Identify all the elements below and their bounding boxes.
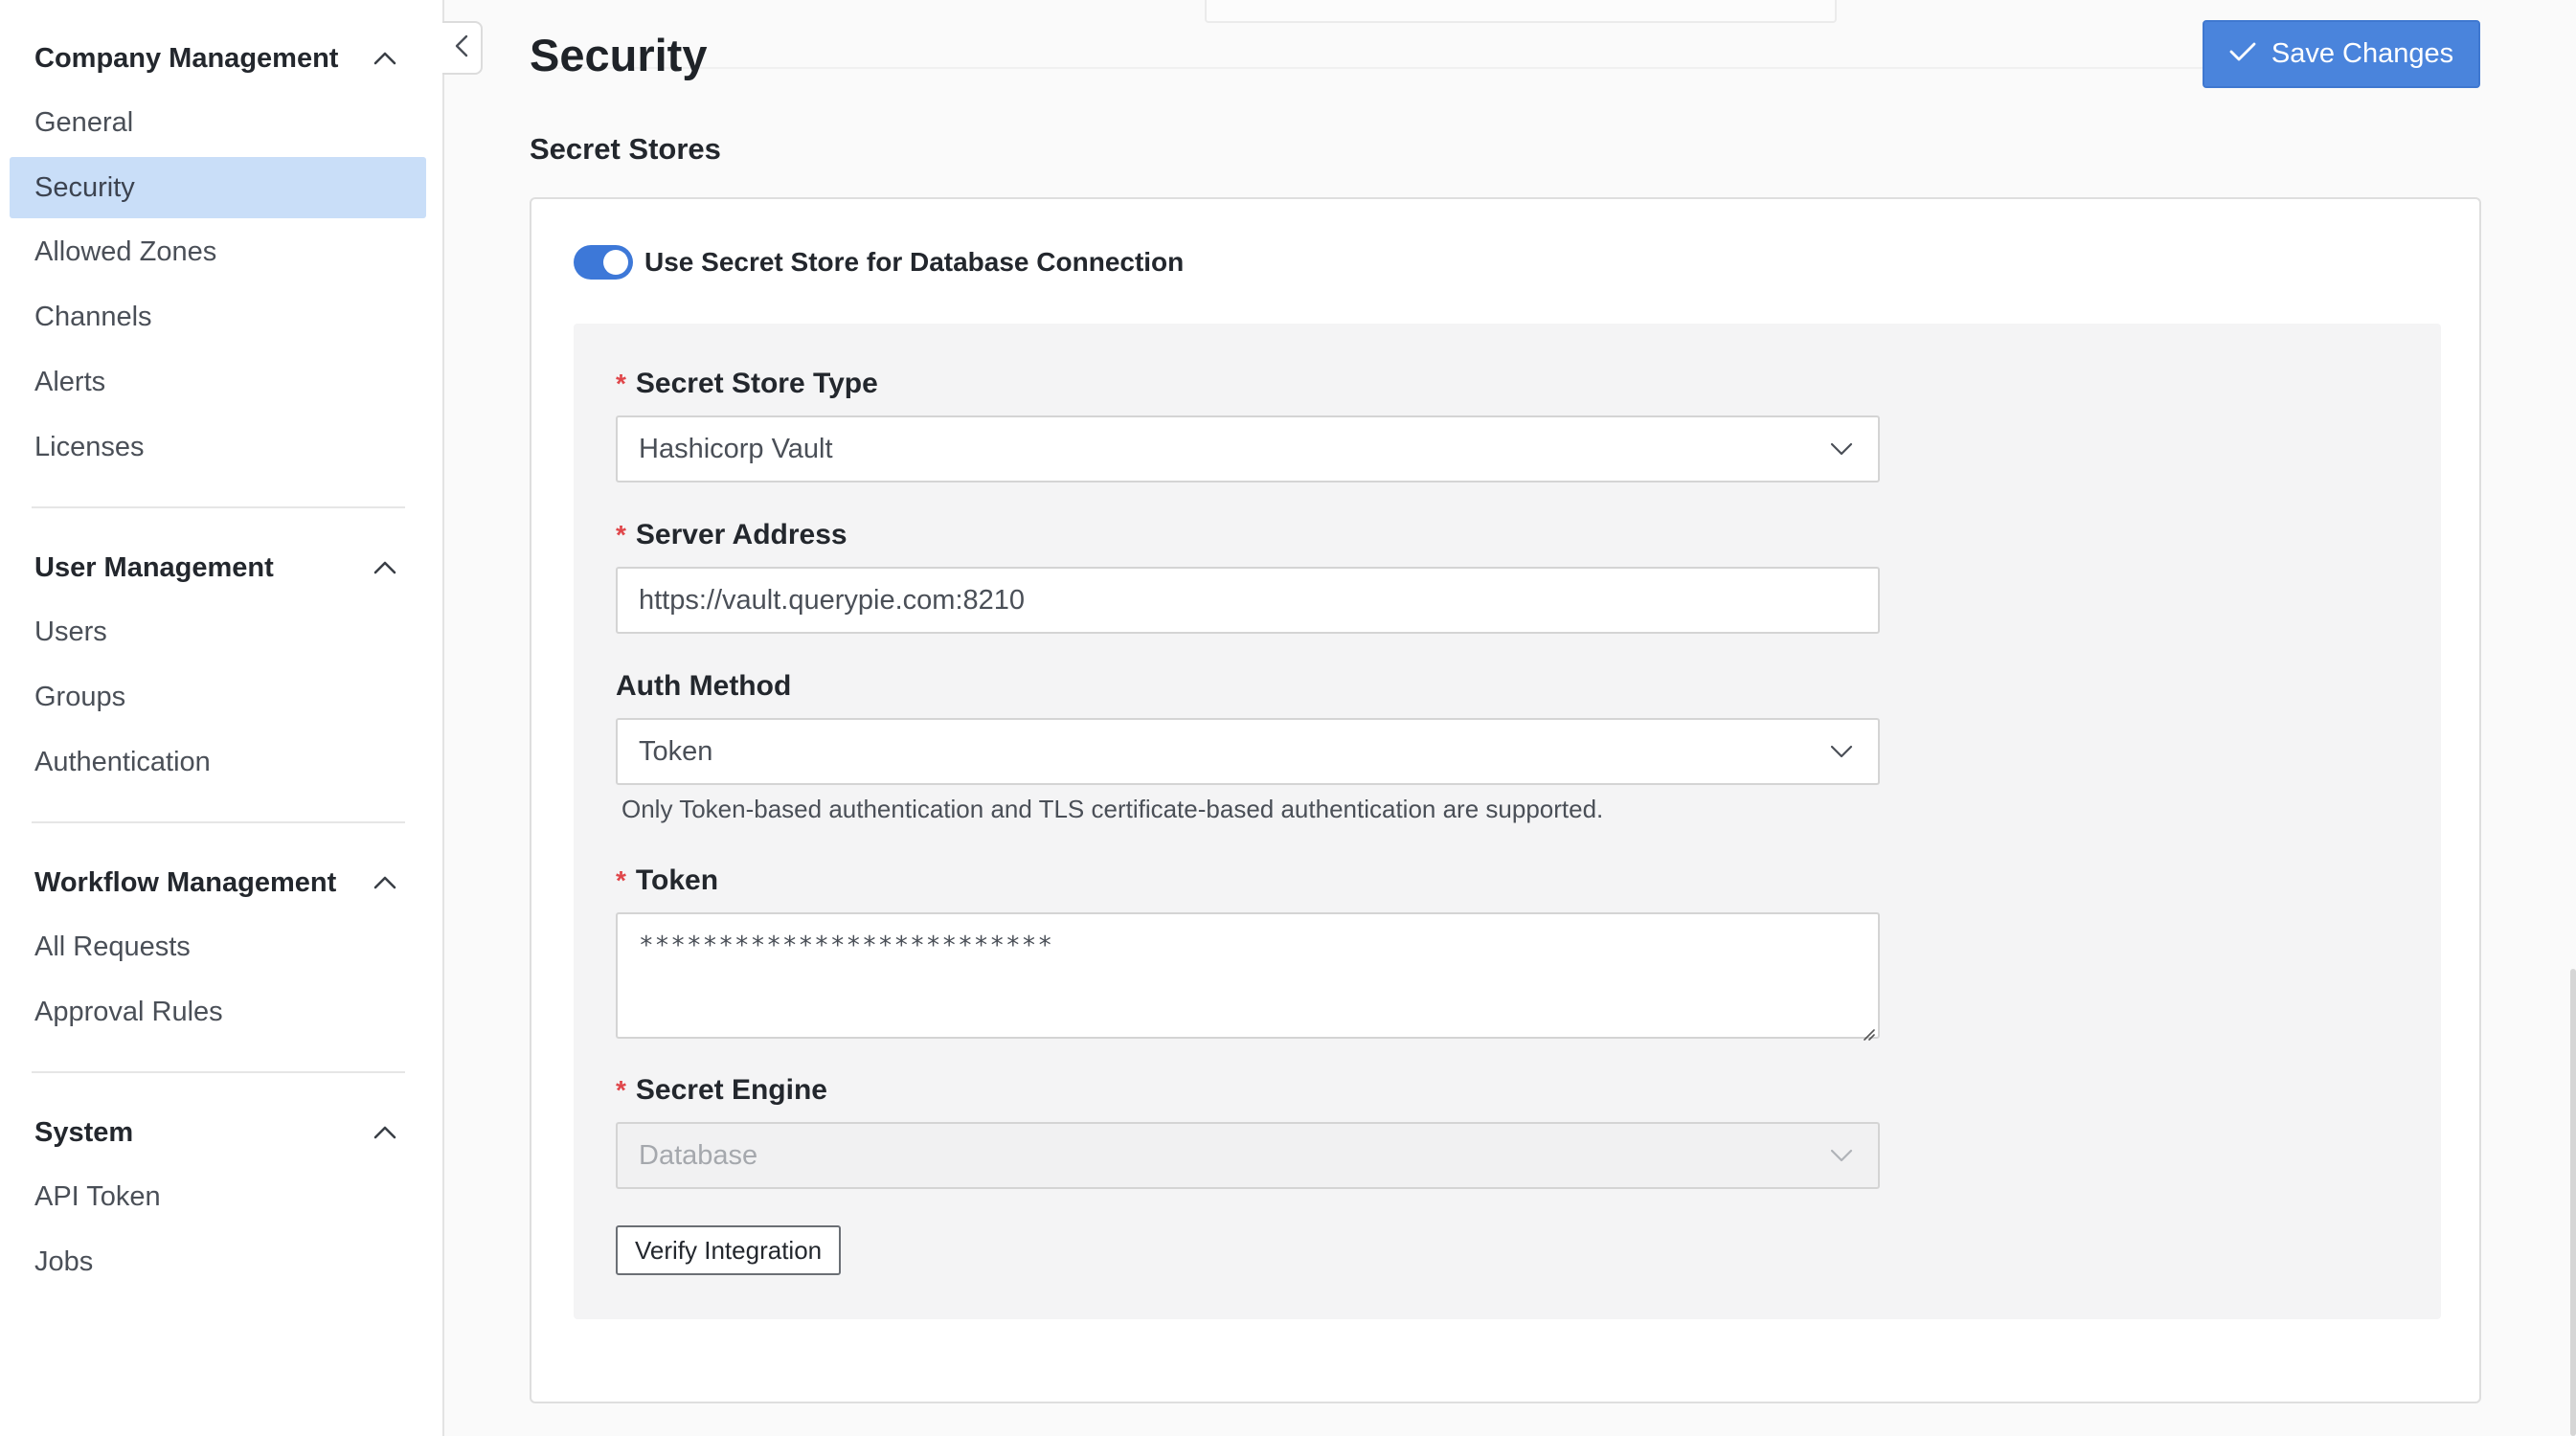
section-title: Workflow Management xyxy=(34,866,337,898)
sidebar-item-label: All Requests xyxy=(34,931,191,962)
field-label-text: Secret Store Type xyxy=(635,368,878,399)
auth-method-hint: Only Token-based authentication and TLS … xyxy=(621,795,1604,823)
page-scrollbar[interactable] xyxy=(2570,969,2576,1436)
sidebar-item-alerts[interactable]: Alerts xyxy=(10,351,426,413)
sidebar-item-security[interactable]: Security xyxy=(10,157,426,218)
main-content: Security Save Changes Secret Stores Use … xyxy=(446,0,2576,1436)
save-button-label: Save Changes xyxy=(2271,38,2454,69)
input-value: https://vault.querypie.com:8210 xyxy=(639,584,1026,616)
sidebar-divider xyxy=(32,506,405,508)
app-window: Company Management General Security Allo… xyxy=(0,0,2576,1436)
sidebar-item-label: Alerts xyxy=(34,366,106,397)
sidebar-item-allowed-zones[interactable]: Allowed Zones xyxy=(10,221,426,282)
sidebar-item-label: Allowed Zones xyxy=(34,236,217,267)
sidebar-item-users[interactable]: Users xyxy=(10,601,426,662)
chevron-down-icon xyxy=(1828,738,1855,765)
check-icon xyxy=(2229,38,2256,70)
chevron-down-icon xyxy=(1828,436,1855,462)
required-marker: * xyxy=(616,369,626,398)
sidebar-item-general[interactable]: General xyxy=(10,92,426,153)
auth-method-select[interactable]: Token xyxy=(616,718,1880,785)
sidebar-item-jobs[interactable]: Jobs xyxy=(10,1231,426,1292)
sidebar-item-label: Channels xyxy=(34,301,152,332)
field-label-text: Secret Engine xyxy=(635,1074,827,1106)
section-header-company-management[interactable]: Company Management xyxy=(34,39,404,78)
server-address-label: * Server Address xyxy=(616,519,847,551)
sidebar-item-authentication[interactable]: Authentication xyxy=(10,731,426,793)
chevron-up-icon[interactable] xyxy=(366,39,404,78)
secret-store-toggle-label: Use Secret Store for Database Connection xyxy=(644,247,1185,277)
scrolled-input[interactable] xyxy=(1205,0,1837,23)
select-value: Token xyxy=(639,735,713,767)
field-label-text: Server Address xyxy=(635,519,847,550)
field-label-text: Token xyxy=(635,864,719,896)
token-textarea[interactable]: ************************** xyxy=(616,912,1880,1041)
section-divider xyxy=(532,67,2316,69)
chevron-up-icon[interactable] xyxy=(366,549,404,587)
server-address-input[interactable]: https://vault.querypie.com:8210 xyxy=(616,567,1880,634)
secret-store-toggle[interactable] xyxy=(574,245,633,280)
section-title: User Management xyxy=(34,551,274,583)
chevron-up-icon[interactable] xyxy=(366,864,404,902)
sidebar-item-all-requests[interactable]: All Requests xyxy=(10,916,426,977)
field-label-text: Auth Method xyxy=(616,670,792,702)
sidebar-item-label: Users xyxy=(34,616,107,647)
section-header-user-management[interactable]: User Management xyxy=(34,549,404,587)
select-value: Hashicorp Vault xyxy=(639,433,833,464)
secret-store-type-select[interactable]: Hashicorp Vault xyxy=(616,415,1880,482)
chevron-up-icon[interactable] xyxy=(366,1113,404,1152)
sidebar-item-label: Authentication xyxy=(34,746,211,777)
section-title: System xyxy=(34,1116,134,1148)
sidebar-item-groups[interactable]: Groups xyxy=(10,666,426,728)
select-placeholder: Database xyxy=(639,1139,758,1171)
resize-handle-icon[interactable] xyxy=(1860,1019,1875,1041)
sidebar-item-label: Security xyxy=(34,171,135,203)
required-marker: * xyxy=(616,865,626,895)
sidebar-item-label: Licenses xyxy=(34,431,145,462)
secret-stores-title: Secret Stores xyxy=(530,132,721,166)
section-header-workflow-management[interactable]: Workflow Management xyxy=(34,864,404,902)
sidebar-item-label: Jobs xyxy=(34,1245,94,1277)
secret-store-toggle-row: Use Secret Store for Database Connection xyxy=(574,245,1184,280)
required-marker: * xyxy=(616,520,626,550)
token-value: ************************** xyxy=(639,931,1053,960)
required-marker: * xyxy=(616,1075,626,1105)
sidebar-item-label: Groups xyxy=(34,681,126,712)
token-label: * Token xyxy=(616,864,718,897)
sidebar-divider xyxy=(32,1071,405,1073)
chevron-down-icon xyxy=(1828,1142,1855,1169)
auth-method-label: Auth Method xyxy=(616,670,791,703)
sidebar-item-api-token[interactable]: API Token xyxy=(10,1166,426,1227)
secret-store-type-label: * Secret Store Type xyxy=(616,368,878,400)
secret-stores-card: Use Secret Store for Database Connection… xyxy=(530,197,2481,1403)
sidebar-item-channels[interactable]: Channels xyxy=(10,286,426,348)
sidebar-item-licenses[interactable]: Licenses xyxy=(10,416,426,478)
section-header-system[interactable]: System xyxy=(34,1113,404,1152)
save-button[interactable]: Save Changes xyxy=(2203,20,2480,88)
verify-integration-button[interactable]: Verify Integration xyxy=(616,1225,842,1275)
page-title: Security xyxy=(530,30,708,80)
secret-engine-label: * Secret Engine xyxy=(616,1074,827,1107)
secret-store-settings-panel: * Secret Store Type Hashicorp Vault * Se… xyxy=(574,324,2441,1319)
sidebar-item-label: API Token xyxy=(34,1180,161,1212)
sidebar-item-label: General xyxy=(34,106,134,138)
secret-engine-select[interactable]: Database xyxy=(616,1122,1880,1189)
sidebar-item-approval-rules[interactable]: Approval Rules xyxy=(10,981,426,1043)
section-title: Company Management xyxy=(34,42,339,74)
sidebar-divider xyxy=(32,821,405,823)
sidebar: Company Management General Security Allo… xyxy=(0,0,444,1436)
sidebar-item-label: Approval Rules xyxy=(34,996,223,1027)
toggle-knob xyxy=(603,250,628,275)
